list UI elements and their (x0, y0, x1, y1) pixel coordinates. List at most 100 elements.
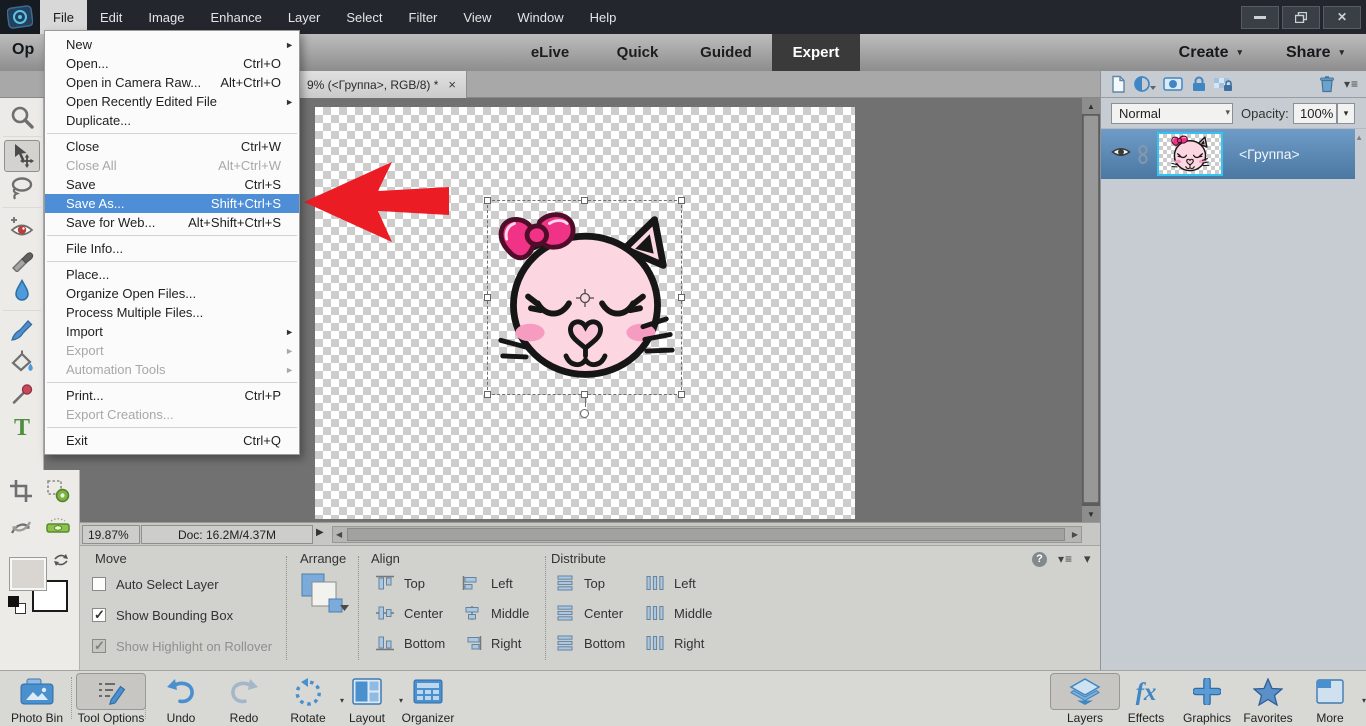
file-menu-item-exit[interactable]: Exit Ctrl+Q (45, 431, 299, 450)
create-button[interactable]: Create ▾ (1179, 44, 1242, 62)
align-right-button[interactable]: Right (462, 634, 521, 652)
scroll-up-icon[interactable]: ▲ (1082, 98, 1100, 114)
close-button[interactable]: ✕ (1323, 5, 1361, 29)
tool-content-aware-move[interactable] (3, 511, 39, 543)
distribute-top-button[interactable]: Top (555, 574, 605, 592)
menubar-item-layer[interactable]: Layer (275, 0, 334, 34)
menubar-item-file[interactable]: File (40, 0, 87, 34)
opacity-dropdown-button[interactable]: ▾ (1337, 103, 1355, 124)
tool-move[interactable] (3, 140, 40, 172)
selection-handle-bottom-middle[interactable] (580, 391, 588, 398)
taskbar-redo[interactable]: Redo (209, 673, 279, 725)
checkbox-box[interactable] (92, 607, 106, 623)
tool-straighten[interactable] (40, 511, 76, 543)
file-menu-item-organize-open-files[interactable]: Organize Open Files... (45, 284, 299, 303)
align-bottom-button[interactable]: Bottom (375, 634, 445, 652)
tool-eyedropper[interactable] (4, 378, 40, 410)
mode-tab-expert[interactable]: Expert (772, 34, 860, 71)
mode-tab-quick[interactable]: Quick (595, 34, 680, 71)
panel-menu-icon[interactable]: ▾≡ (1058, 552, 1073, 566)
menubar-item-view[interactable]: View (450, 0, 504, 34)
blend-mode-select[interactable]: Normal ▾ (1111, 103, 1233, 124)
scroll-left-icon[interactable]: ◀ (336, 530, 342, 539)
file-menu-item-print[interactable]: Print... Ctrl+P (45, 386, 299, 405)
tool-blur[interactable] (4, 275, 40, 307)
file-menu-item-place[interactable]: Place... (45, 265, 299, 284)
mode-tab-elive[interactable]: eLive (505, 34, 595, 71)
file-menu-item-import[interactable]: Import ► (45, 322, 299, 341)
taskbar-layout[interactable]: ▾ Layout (332, 673, 403, 725)
layer-row[interactable]: <Группа> (1101, 129, 1355, 179)
layer-mask-icon[interactable] (1163, 75, 1183, 98)
vertical-scrollbar[interactable]: ▲ ▼ (1082, 98, 1100, 522)
taskbar-photo-bin[interactable]: Photo Bin (2, 673, 72, 725)
file-menu-item-save-as[interactable]: Save As... Shift+Ctrl+S (45, 194, 299, 213)
file-menu-item-open-recently-edited-file[interactable]: Open Recently Edited File ► (45, 92, 299, 111)
distribute-left-button[interactable]: Left (645, 574, 696, 592)
file-menu-item-open-in-camera-raw[interactable]: Open in Camera Raw... Alt+Ctrl+O (45, 73, 299, 92)
tool-crop[interactable] (3, 475, 39, 507)
align-top-button[interactable]: Top (375, 574, 425, 592)
collapse-panel-icon[interactable]: ▾ (1084, 551, 1091, 567)
layer-visibility-eye-icon[interactable] (1111, 145, 1131, 164)
scroll-right-icon[interactable]: ▶ (1072, 530, 1078, 539)
foreground-color-swatch[interactable] (10, 558, 46, 590)
adjustment-layer-icon[interactable] (1133, 75, 1157, 98)
distribute-bottom-button[interactable]: Bottom (555, 634, 625, 652)
lock-transparency-icon[interactable] (1213, 75, 1233, 98)
taskbar-organizer[interactable]: Organizer (393, 673, 463, 725)
selection-handle-middle-right[interactable] (678, 293, 685, 301)
scroll-down-icon[interactable]: ▼ (1082, 506, 1100, 522)
file-menu-item-open[interactable]: Open... Ctrl+O (45, 54, 299, 73)
trash-icon[interactable] (1318, 75, 1336, 98)
taskbar-undo[interactable]: Undo (146, 673, 216, 725)
layer-link-icon[interactable] (1137, 145, 1149, 169)
file-menu-item-new[interactable]: New ► (45, 35, 299, 54)
taskbar-graphics[interactable]: Graphics (1172, 673, 1242, 725)
selection-handle-top-right[interactable] (678, 197, 685, 204)
status-expand-icon[interactable]: ▶ (316, 527, 324, 538)
tool-red-eye[interactable] (4, 211, 40, 243)
tool-lasso[interactable] (4, 172, 40, 204)
layer-thumbnail[interactable] (1157, 132, 1223, 176)
tool-paint-bucket[interactable] (4, 346, 40, 378)
selection-handle-top-middle[interactable] (580, 197, 588, 204)
horizontal-scrollbar-thumb[interactable] (347, 528, 1065, 541)
tool-type[interactable]: T (4, 410, 40, 442)
tool-brush[interactable] (4, 314, 40, 346)
align-middle-button[interactable]: Middle (462, 604, 529, 622)
checkbox-box[interactable] (92, 577, 106, 591)
arrange-button[interactable] (300, 572, 350, 619)
taskbar-more[interactable]: ▾ More (1295, 673, 1366, 725)
file-menu-item-save[interactable]: Save Ctrl+S (45, 175, 299, 194)
file-menu-item-process-multiple-files[interactable]: Process Multiple Files... (45, 303, 299, 322)
mode-tab-guided[interactable]: Guided (680, 34, 772, 71)
menubar-item-help[interactable]: Help (577, 0, 630, 34)
rotate-handle[interactable] (579, 409, 589, 418)
menubar-item-edit[interactable]: Edit (87, 0, 135, 34)
checkbox-auto-select-layer[interactable]: Auto Select Layer (92, 576, 219, 592)
menubar-item-window[interactable]: Window (504, 0, 576, 34)
opacity-field[interactable]: 100% (1293, 103, 1337, 124)
horizontal-scrollbar[interactable]: ◀ ▶ (332, 526, 1082, 543)
selection-handle-middle-left[interactable] (484, 293, 491, 301)
selection-bounding-box[interactable] (484, 197, 685, 418)
file-menu-item-save-for-web[interactable]: Save for Web... Alt+Shift+Ctrl+S (45, 213, 299, 232)
align-left-button[interactable]: Left (462, 574, 513, 592)
swap-colors-icon[interactable] (52, 552, 70, 573)
help-icon[interactable]: ? (1032, 551, 1047, 567)
distribute-middle-button[interactable]: Middle (645, 604, 712, 622)
file-menu-item-file-info[interactable]: File Info... (45, 239, 299, 258)
tool-zoom[interactable] (4, 101, 40, 133)
share-button[interactable]: Share ▾ (1286, 44, 1344, 62)
tool-spot-healing[interactable] (4, 243, 40, 275)
document-tab-close-icon[interactable]: × (448, 78, 456, 91)
taskbar-favorites[interactable]: Favorites (1233, 673, 1303, 725)
menubar-item-enhance[interactable]: Enhance (198, 0, 275, 34)
distribute-center-button[interactable]: Center (555, 604, 623, 622)
checkbox-show-bounding-box[interactable]: Show Bounding Box (92, 607, 233, 623)
taskbar-layers[interactable]: Layers (1050, 673, 1120, 725)
document-tab[interactable]: 9% (<Группа>, RGB/8) * × (299, 71, 467, 98)
align-center-button[interactable]: Center (375, 604, 443, 622)
file-menu-item-duplicate[interactable]: Duplicate... (45, 111, 299, 130)
